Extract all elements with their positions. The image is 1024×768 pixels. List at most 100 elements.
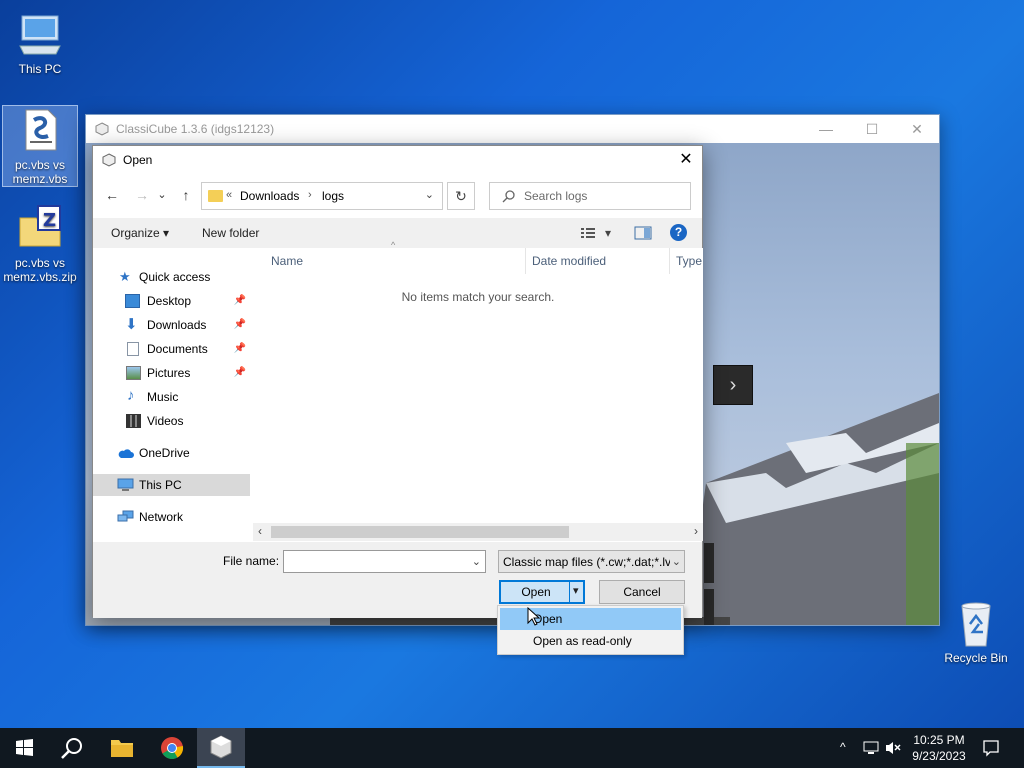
- nav-item-videos[interactable]: Videos: [93, 410, 250, 432]
- help-icon[interactable]: ?: [670, 224, 687, 241]
- desktop-icon: [125, 294, 140, 308]
- classicube-icon: [95, 122, 109, 136]
- search-box[interactable]: [489, 182, 691, 210]
- video-icon: [126, 414, 141, 428]
- breadcrumb-overflow[interactable]: «: [226, 189, 232, 201]
- dialog-close-button[interactable]: ✕: [670, 146, 702, 174]
- nav-item-label: Quick access: [139, 270, 211, 284]
- breadcrumb-separator: ›: [308, 189, 312, 201]
- view-options-icon[interactable]: [579, 224, 597, 242]
- open-split-button[interactable]: Open ▾: [499, 580, 585, 604]
- game-next-button[interactable]: ›: [713, 365, 753, 405]
- breadcrumb-downloads[interactable]: Downloads: [240, 189, 299, 203]
- nav-item-quick-access[interactable]: ★ Quick access: [93, 266, 250, 288]
- nav-item-network[interactable]: Network: [93, 506, 250, 528]
- star-icon: ★: [119, 269, 131, 284]
- up-button[interactable]: ↑: [175, 184, 197, 206]
- dialog-titlebar[interactable]: Open ✕: [93, 146, 702, 174]
- address-dropdown-icon[interactable]: ⌄: [425, 188, 434, 201]
- scroll-thumb[interactable]: [271, 526, 569, 538]
- vbs-script-icon: [16, 106, 64, 154]
- nav-item-desktop[interactable]: Desktop 📌: [93, 290, 250, 312]
- cancel-button[interactable]: Cancel: [599, 580, 685, 604]
- recycle-bin-icon: [961, 602, 991, 647]
- organize-button[interactable]: Organize ▾: [111, 226, 169, 240]
- network-icon[interactable]: [862, 740, 880, 756]
- column-header-type[interactable]: Type: [676, 254, 702, 268]
- horizontal-scrollbar[interactable]: ‹ ›: [253, 523, 703, 541]
- dialog-title: Open: [123, 153, 153, 167]
- document-icon: [127, 342, 139, 356]
- taskbar-search-button[interactable]: [48, 728, 96, 768]
- minimize-button[interactable]: —: [803, 115, 849, 143]
- nav-item-label: Music: [147, 390, 179, 404]
- preview-pane-icon[interactable]: [634, 224, 652, 242]
- nav-item-downloads[interactable]: ⬇ Downloads 📌: [93, 314, 250, 336]
- start-button[interactable]: [0, 728, 48, 768]
- maximize-button[interactable]: ☐: [849, 115, 895, 143]
- file-type-select[interactable]: Classic map files (*.cw;*.dat;*.lvl ⌄: [498, 550, 685, 573]
- chevron-down-icon[interactable]: ⌄: [472, 555, 481, 568]
- nav-item-onedrive[interactable]: OneDrive: [93, 442, 250, 464]
- file-name-input[interactable]: ⌄: [283, 550, 486, 573]
- scroll-right-arrow[interactable]: ›: [694, 524, 698, 538]
- cloud-icon: [118, 449, 134, 458]
- desktop-icon-label: This PC: [18, 62, 62, 76]
- address-bar[interactable]: « Downloads › logs ⌄: [201, 182, 443, 210]
- split-divider: [569, 582, 570, 602]
- picture-icon: [126, 366, 141, 380]
- close-button[interactable]: ✕: [894, 115, 940, 143]
- view-dropdown-icon[interactable]: ▾: [605, 226, 611, 240]
- menu-item-open-read-only[interactable]: Open as read-only: [500, 630, 681, 652]
- zip-folder-icon: Z: [16, 204, 64, 252]
- file-list[interactable]: ^ Name Date modified Type No items match…: [253, 240, 703, 523]
- desktop: This PC pc.vbs vs memz.vbs Z pc.vbs vs m…: [0, 0, 1024, 728]
- pin-icon: 📌: [233, 319, 246, 330]
- back-button[interactable]: ←: [101, 184, 123, 206]
- new-folder-button[interactable]: New folder: [202, 226, 259, 240]
- desktop-icon-vbs[interactable]: pc.vbs vs memz.vbs: [2, 105, 78, 187]
- clock-time: 10:25 PM: [913, 733, 965, 747]
- refresh-button[interactable]: ↻: [447, 182, 475, 210]
- folder-icon: [208, 190, 223, 202]
- taskbar-file-explorer[interactable]: [98, 728, 146, 768]
- desktop-icon-label: pc.vbs vs memz.vbs: [12, 158, 68, 186]
- nav-item-label: Desktop: [147, 294, 192, 308]
- desktop-icon-zip[interactable]: Z pc.vbs vs memz.vbs.zip: [0, 204, 80, 284]
- pin-icon: 📌: [233, 367, 246, 378]
- music-icon: ♪: [127, 387, 135, 404]
- search-input[interactable]: [524, 188, 684, 204]
- forward-button[interactable]: →: [131, 184, 153, 206]
- recent-locations-button[interactable]: ⌄: [155, 184, 169, 206]
- file-explorer-icon: [111, 740, 133, 757]
- column-divider[interactable]: [669, 248, 670, 274]
- search-icon: [61, 738, 82, 759]
- scroll-left-arrow[interactable]: ‹: [258, 524, 262, 538]
- desktop-icon-this-pc[interactable]: This PC: [2, 10, 78, 76]
- window-title: ClassiCube 1.3.6 (idgs12123): [116, 122, 275, 136]
- desktop-icon-recycle-bin[interactable]: Recycle Bin: [940, 600, 1012, 665]
- open-options-menu: Open Open as read-only: [497, 605, 684, 655]
- pin-icon: 📌: [233, 295, 246, 306]
- column-header-date-modified[interactable]: Date modified: [532, 254, 606, 268]
- menu-item-label: Open as read-only: [533, 634, 632, 648]
- column-header-name[interactable]: Name: [271, 254, 303, 268]
- nav-item-label: This PC: [139, 478, 182, 492]
- taskbar-chrome[interactable]: [148, 728, 196, 768]
- pin-icon: 📌: [233, 343, 246, 354]
- column-divider[interactable]: [525, 248, 526, 274]
- nav-item-documents[interactable]: Documents 📌: [93, 338, 250, 360]
- network-icon: [117, 510, 134, 522]
- open-button[interactable]: Open: [501, 585, 571, 599]
- nav-item-pictures[interactable]: Pictures 📌: [93, 362, 250, 384]
- tray-overflow-chevron[interactable]: ^: [840, 740, 846, 754]
- system-clock[interactable]: 10:25 PM 9/23/2023: [900, 732, 978, 764]
- breadcrumb-logs[interactable]: logs: [322, 189, 344, 203]
- notification-icon[interactable]: [982, 739, 1000, 757]
- classicube-titlebar[interactable]: ClassiCube 1.3.6 (idgs12123) — ☐ ✕: [86, 115, 939, 143]
- nav-item-this-pc[interactable]: This PC: [93, 474, 250, 496]
- computer-icon: [16, 10, 64, 58]
- nav-item-music[interactable]: ♪ Music: [93, 386, 250, 408]
- taskbar-classicube[interactable]: [197, 728, 245, 768]
- open-dropdown-arrow[interactable]: ▾: [573, 584, 579, 597]
